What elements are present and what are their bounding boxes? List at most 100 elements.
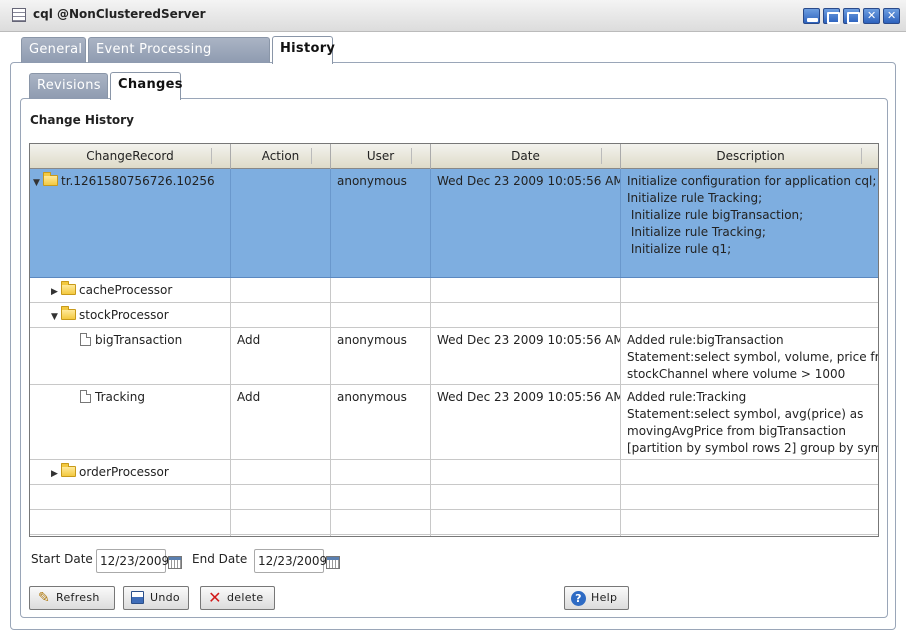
description-line: [partition by symbol rows 2] group by sy… xyxy=(627,441,879,455)
tab-revisions[interactable]: Revisions xyxy=(29,73,108,99)
tab-history[interactable]: History xyxy=(272,36,335,64)
date-cell xyxy=(431,303,621,327)
pencil-icon: ✎ xyxy=(37,590,51,606)
table-row[interactable]: bigTransaction Add anonymous Wed Dec 23 … xyxy=(30,328,879,385)
record-label: Tracking xyxy=(95,390,145,404)
refresh-button[interactable]: ✎ Refresh xyxy=(29,586,115,610)
user-cell: anonymous xyxy=(331,385,431,459)
delete-button[interactable]: ✕ delete xyxy=(200,586,275,610)
record-cell: ▶ cacheProcessor xyxy=(30,278,231,302)
restore-icon[interactable] xyxy=(843,8,860,24)
expanded-triangle-icon[interactable]: ▼ xyxy=(51,309,61,326)
user-cell xyxy=(331,460,431,484)
expanded-triangle-icon[interactable]: ▼ xyxy=(33,175,43,192)
description-line: Added rule:Tracking xyxy=(627,390,747,404)
calendar-icon[interactable] xyxy=(168,556,182,569)
collapsed-triangle-icon[interactable]: ▶ xyxy=(51,284,61,301)
table-icon xyxy=(12,8,26,22)
description-cell xyxy=(621,460,878,484)
table-row[interactable]: ▼ stockProcessor xyxy=(30,303,878,328)
description-line: Initialize rule bigTransaction; xyxy=(627,208,804,222)
table-row[interactable]: ▼ tr.1261580756726.10256 anonymous Wed De… xyxy=(30,169,878,278)
description-cell xyxy=(621,303,878,327)
table-row[interactable]: ▶ orderProcessor xyxy=(30,460,878,485)
date-cell: Wed Dec 23 2009 10:05:56 AM xyxy=(431,385,621,459)
start-date-input[interactable]: 12/23/2009 xyxy=(96,549,169,573)
window-title: cql @NonClusteredServer xyxy=(33,7,206,21)
button-label: Help xyxy=(591,591,618,604)
description-line: Statement:select symbol, volume, price f… xyxy=(627,350,879,364)
date-cell: Wed Dec 23 2009 10:05:56 AM xyxy=(431,328,621,384)
calendar-icon[interactable] xyxy=(326,556,340,569)
date-cell xyxy=(431,278,621,302)
column-header-action[interactable]: Action xyxy=(231,144,331,169)
undo-button[interactable]: Undo xyxy=(123,586,189,610)
description-cell xyxy=(621,278,878,302)
change-history-table: ChangeRecord Action User Date Descriptio… xyxy=(29,143,879,537)
action-cell: Add xyxy=(231,328,331,384)
description-line: stockChannel where volume > 1000 xyxy=(627,367,846,381)
column-label: Action xyxy=(261,149,300,163)
empty-row xyxy=(30,485,878,510)
record-cell: ▼ stockProcessor xyxy=(30,303,231,327)
column-label: Description xyxy=(716,149,785,163)
action-cell xyxy=(231,303,331,327)
minimize-icon[interactable] xyxy=(803,8,820,24)
column-label: User xyxy=(366,149,395,163)
tab-event-processing-network[interactable]: Event Processing Network xyxy=(88,37,270,81)
close-icon[interactable] xyxy=(883,8,900,24)
action-cell: Add xyxy=(231,385,331,459)
action-cell xyxy=(231,169,331,277)
column-label: Date xyxy=(511,149,540,163)
empty-row xyxy=(30,510,878,535)
start-date-label: Start Date xyxy=(31,552,93,566)
collapsed-triangle-icon[interactable]: ▶ xyxy=(51,466,61,483)
description-cell: Initialize configuration for application… xyxy=(621,169,878,277)
save-disk-icon xyxy=(131,591,144,604)
description-line: Initialize configuration for application… xyxy=(627,174,877,188)
folder-open-icon xyxy=(61,306,76,320)
column-label: ChangeRecord xyxy=(86,149,174,163)
table-header: ChangeRecord Action User Date Descriptio… xyxy=(30,144,878,169)
column-header-user[interactable]: User xyxy=(331,144,431,169)
detach-close-icon[interactable] xyxy=(863,8,880,24)
tab-general[interactable]: General xyxy=(21,37,86,63)
column-header-changerecord[interactable]: ChangeRecord xyxy=(30,144,231,169)
document-icon xyxy=(80,333,91,346)
column-header-description[interactable]: Description xyxy=(621,144,878,169)
tab-changes[interactable]: Changes xyxy=(110,72,182,100)
record-label: cacheProcessor xyxy=(79,283,173,297)
description-line: Statement:select symbol, avg(price) as xyxy=(627,407,864,421)
description-line: Initialize rule Tracking; xyxy=(627,225,766,239)
end-date-label: End Date xyxy=(192,552,248,566)
description-cell: Added rule:Tracking Statement:select sym… xyxy=(621,385,879,459)
help-button[interactable]: ? Help xyxy=(564,586,629,610)
delete-x-icon: ✕ xyxy=(208,588,222,607)
folder-icon xyxy=(61,281,76,295)
section-title: Change History xyxy=(30,113,134,127)
maximize-icon[interactable] xyxy=(823,8,840,24)
empty-row xyxy=(30,535,878,536)
description-cell: Added rule:bigTransaction Statement:sele… xyxy=(621,328,879,384)
button-label: Refresh xyxy=(56,591,100,604)
description-line: Initialize rule q1; xyxy=(627,242,732,256)
user-cell: anonymous xyxy=(331,328,431,384)
column-header-date[interactable]: Date xyxy=(431,144,621,169)
action-cell xyxy=(231,460,331,484)
record-label: bigTransaction xyxy=(95,333,183,347)
record-cell: bigTransaction xyxy=(30,328,231,384)
folder-icon xyxy=(61,463,76,477)
user-cell xyxy=(331,278,431,302)
description-line: movingAvgPrice from bigTransaction xyxy=(627,424,846,438)
date-cell xyxy=(431,460,621,484)
table-row[interactable]: ▶ cacheProcessor xyxy=(30,278,878,303)
record-label: orderProcessor xyxy=(79,465,169,479)
folder-open-icon xyxy=(43,172,58,186)
action-cell xyxy=(231,278,331,302)
button-label: Undo xyxy=(150,591,180,604)
document-icon xyxy=(80,390,91,403)
table-row[interactable]: Tracking Add anonymous Wed Dec 23 2009 1… xyxy=(30,385,879,460)
help-icon: ? xyxy=(571,591,586,606)
end-date-input[interactable]: 12/23/2009 xyxy=(254,549,327,573)
user-cell xyxy=(331,303,431,327)
